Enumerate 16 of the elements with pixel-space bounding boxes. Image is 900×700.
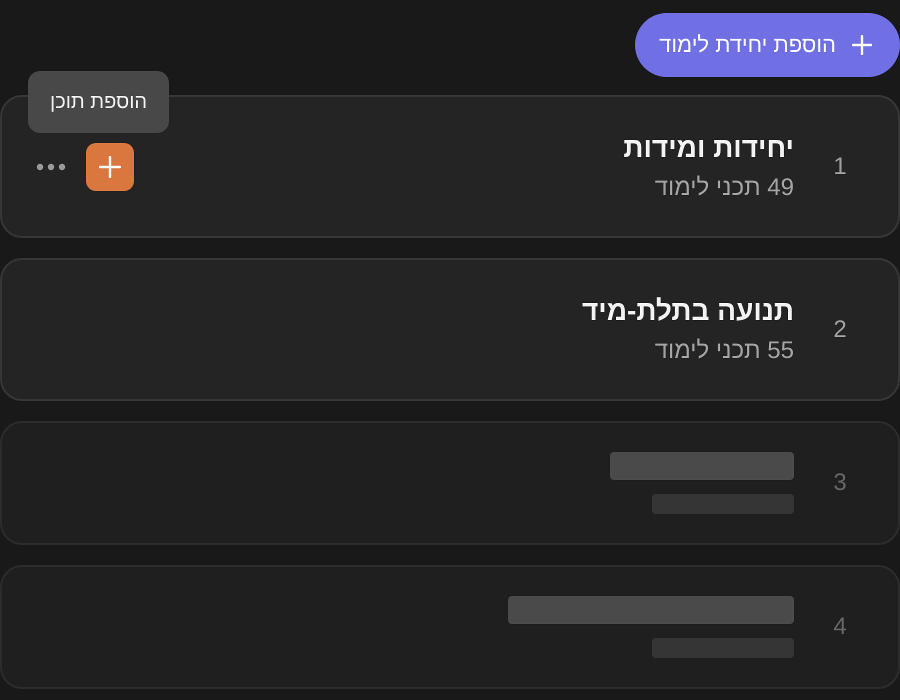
unit-card[interactable]: 4: [0, 565, 900, 689]
plus-icon: [99, 156, 121, 178]
add-unit-button[interactable]: הוספת יחידת לימוד: [635, 13, 900, 77]
unit-number: 4: [832, 613, 848, 641]
plus-icon: [852, 35, 872, 55]
unit-number: 3: [832, 469, 848, 497]
unit-subtitle: 49 תכני לימוד: [654, 174, 794, 202]
add-content-button[interactable]: [86, 142, 134, 190]
unit-title: יחידות ומידות: [623, 132, 794, 164]
tooltip: הוספת תוכן: [28, 71, 170, 133]
unit-subtitle: 55 תכני לימוד: [654, 336, 794, 364]
more-icon[interactable]: [36, 162, 66, 170]
unit-card[interactable]: 3: [0, 421, 900, 545]
unit-number: 1: [832, 152, 848, 180]
unit-title: תנועה בתלת-מיד: [582, 294, 794, 326]
unit-number: 2: [832, 316, 848, 344]
